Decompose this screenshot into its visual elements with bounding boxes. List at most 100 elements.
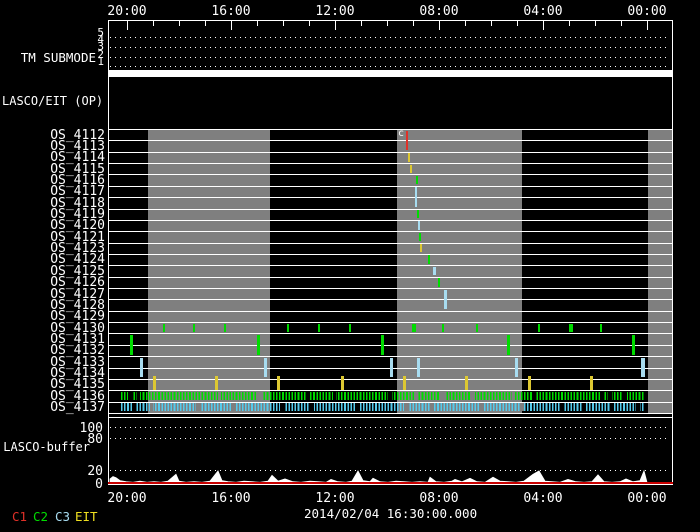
os-marker-lightcyan: [641, 358, 645, 378]
lasco-eit-op-label: LASCO/EIT (OP): [2, 94, 101, 108]
os-dense-gap: [471, 392, 475, 400]
os-marker-lightcyan: [415, 187, 417, 207]
time-tick-minor: [569, 21, 570, 26]
os-marker-lightcyan: [390, 358, 393, 378]
os-marker-lightcyan: [444, 290, 447, 310]
os-marker-lightcyan: [264, 358, 267, 378]
os-dense-gap: [218, 392, 221, 400]
os-marker-yellow: [420, 244, 422, 252]
os-marker-green: [428, 255, 430, 263]
buffer-ytick-label: 0: [63, 477, 103, 492]
os-marker-lightcyan: [418, 221, 420, 229]
os-marker-yellow: [465, 376, 468, 390]
os-row-separator: [108, 288, 673, 289]
time-label-top: 04:00: [517, 4, 569, 19]
time-label-bottom: 00:00: [621, 491, 673, 506]
os-row-separator: [108, 209, 673, 210]
os-dense-gap: [480, 403, 484, 411]
plot-frame-left: [108, 20, 109, 485]
time-tick-minor: [309, 21, 310, 26]
tm-submode-label: TM SUBMODE: [6, 50, 96, 65]
os-marker-green: [569, 324, 573, 332]
os-marker-yellow: [277, 376, 280, 390]
os-marker-green: [417, 210, 419, 218]
plot-frame-top: [108, 20, 673, 21]
os-marker-green: [193, 324, 195, 332]
os-marker-yellow: [341, 376, 344, 390]
os-dense-gap: [133, 403, 136, 411]
os-row-separator: [108, 265, 673, 266]
time-tick-minor: [595, 21, 596, 26]
os-row-separator: [108, 231, 673, 232]
os-dense-gap: [333, 392, 336, 400]
plot-frame-bottom: [108, 484, 673, 485]
os-row-separator: [108, 220, 673, 221]
time-label-bottom: 16:00: [205, 491, 257, 506]
tm-ytick-label: 1: [96, 58, 104, 66]
os-marker-green: [419, 233, 421, 241]
time-tick-minor: [257, 21, 258, 26]
footer-timestamp: 2014/02/04 16:30:00.000: [304, 506, 474, 521]
tm-gridline-dots: [110, 66, 667, 67]
os-dense-gap: [533, 392, 536, 400]
os-dense-gap: [196, 403, 200, 411]
time-tick-minor: [517, 21, 518, 26]
os-marker-green: [224, 324, 226, 332]
os-marker-green: [442, 324, 444, 332]
os-row-separator: [108, 140, 673, 141]
os-dense-gap: [404, 403, 409, 411]
os-marker-green: [381, 335, 384, 355]
os-row-separator: [108, 277, 673, 278]
time-label-top: 12:00: [309, 4, 361, 19]
os-gray-band: [148, 129, 270, 413]
os-row-separator: [108, 174, 673, 175]
os-row-separator: [108, 345, 673, 346]
os-marker-yellow: [410, 165, 412, 173]
os-marker-lightcyan: [515, 358, 518, 378]
os-marker-lightcyan: [140, 358, 143, 378]
buffer-floor-line: [108, 482, 673, 484]
os-marker-lightcyan: [433, 267, 436, 275]
buffer-ytick-label: 20: [63, 464, 103, 479]
os-dense-gap: [440, 392, 445, 400]
os-marker-green: [318, 324, 320, 332]
time-tick-minor: [621, 21, 622, 26]
os-marker-green: [349, 324, 351, 332]
time-label-bottom: 20:00: [101, 491, 153, 506]
time-tick-minor: [413, 21, 414, 26]
os-dense-gap: [306, 392, 310, 400]
os-gray-band: [648, 129, 672, 413]
os-marker-green: [632, 335, 635, 355]
os-marker-yellow: [403, 376, 406, 390]
os-marker-yellow: [215, 376, 218, 390]
os-row-separator: [108, 379, 673, 380]
os-dense-gap: [356, 403, 360, 411]
os-marker-green: [507, 335, 510, 355]
os-marker-green: [438, 278, 440, 286]
os-row-separator: [108, 311, 673, 312]
os-marker-green: [130, 335, 133, 355]
os-dense-gap: [560, 403, 564, 411]
time-label-top: 08:00: [413, 4, 465, 19]
legend-item-c1: C1: [12, 509, 27, 524]
os-row-separator: [108, 299, 673, 300]
os-dense-gap: [610, 403, 614, 411]
os-row-label: OS_4137: [40, 402, 105, 413]
tm-gridline-dots: [110, 47, 667, 48]
time-tick-major: [231, 21, 232, 30]
os-dense-gap: [257, 392, 263, 400]
os-marker-yellow: [408, 153, 410, 161]
legend-item-eit: EIT: [75, 509, 98, 524]
os-row-separator: [108, 129, 673, 130]
os-dense-gap: [388, 392, 392, 400]
os-dense-gap: [600, 392, 604, 400]
os-row-separator: [108, 333, 673, 334]
os-marker-yellow: [153, 376, 156, 390]
os-row-separator: [108, 163, 673, 164]
time-label-top: 20:00: [101, 4, 153, 19]
time-label-top: 00:00: [621, 4, 673, 19]
os-dense-gap: [414, 392, 418, 400]
os-dense-gap: [512, 392, 515, 400]
os-marker-red: [406, 131, 408, 151]
os-marker-green: [257, 335, 260, 355]
